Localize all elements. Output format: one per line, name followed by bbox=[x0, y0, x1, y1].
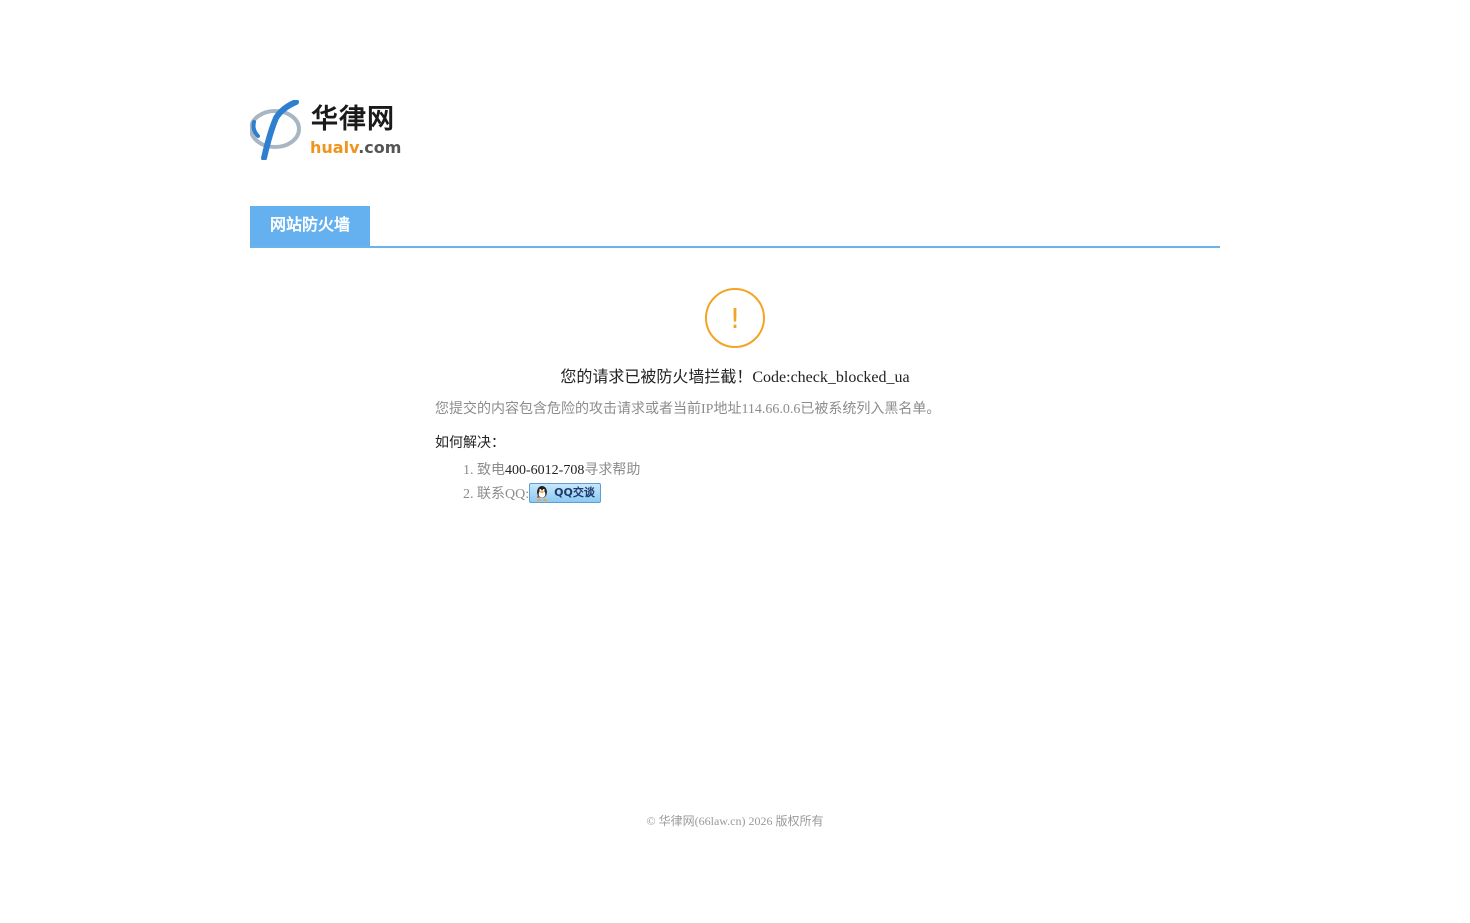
tab-firewall[interactable]: 网站防火墙 bbox=[250, 206, 370, 246]
qq-penguin-icon bbox=[536, 486, 548, 502]
hualv-logo-icon bbox=[250, 100, 301, 160]
qq-chat-button[interactable]: QQ交谈 bbox=[529, 483, 602, 504]
page: 华律网 hualv.com 网站防火墙 ! 您的请求已被防火墙拦截！Code:c… bbox=[0, 0, 1470, 923]
block-headline: 您的请求已被防火墙拦截！Code:check_blocked_ua bbox=[560, 369, 910, 386]
qq-chat-label: QQ交谈 bbox=[554, 486, 595, 500]
site-logo[interactable]: 华律网 hualv.com bbox=[250, 100, 402, 160]
copyright-footer: © 华律网(66law.cn) 2026 版权所有 bbox=[646, 814, 824, 828]
step-call: 1. 致电400-6012-708寻求帮助 bbox=[463, 459, 640, 483]
logo-domain-suffix: .com bbox=[358, 138, 402, 157]
exclamation-circle-icon: ! bbox=[705, 288, 765, 348]
howto-steps: 1. 致电400-6012-708寻求帮助 2. 联系QQ: QQ交谈 bbox=[463, 459, 640, 507]
step-call-prefix: 1. 致电 bbox=[463, 463, 505, 478]
step-call-suffix: 寻求帮助 bbox=[584, 463, 641, 478]
step-qq: 2. 联系QQ: QQ交谈 bbox=[463, 483, 640, 507]
block-description: 您提交的内容包含危险的攻击请求或者当前IP地址114.66.0.6已被系统列入黑… bbox=[435, 402, 941, 417]
howto-title: 如何解决： bbox=[435, 436, 505, 451]
step-qq-prefix: 2. 联系QQ: bbox=[463, 487, 530, 502]
support-phone: 400-6012-708 bbox=[505, 463, 585, 478]
logo-domain: hualv.com bbox=[310, 138, 401, 158]
tab-bar: 网站防火墙 bbox=[250, 206, 1220, 248]
logo-domain-main: hualv bbox=[310, 138, 359, 157]
logo-name: 华律网 bbox=[311, 104, 395, 135]
